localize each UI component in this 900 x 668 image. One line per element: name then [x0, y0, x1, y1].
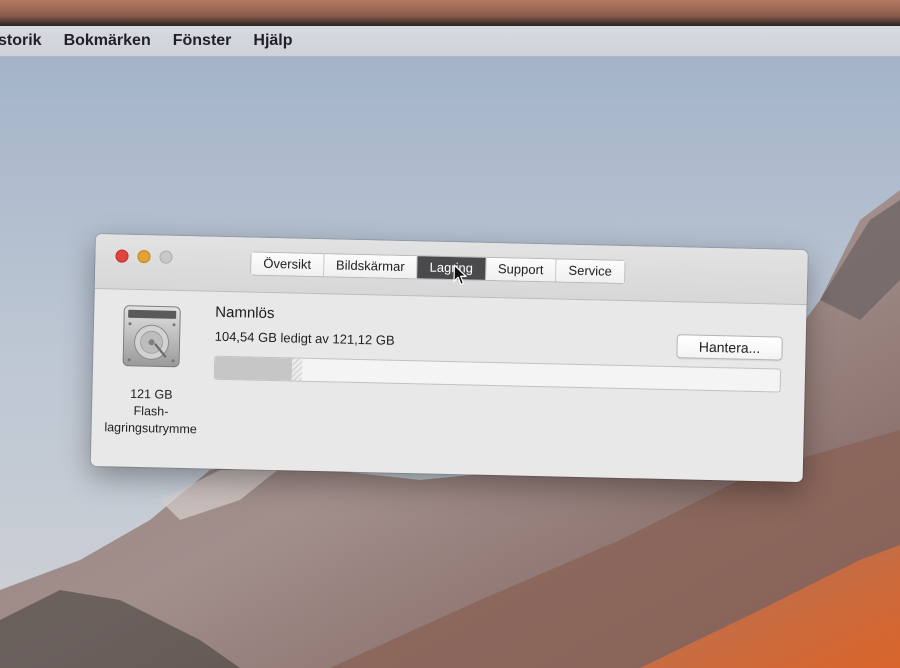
tab-service[interactable]: Service: [556, 259, 625, 283]
menu-bar: storik Bokmärken Fönster Hjälp: [0, 26, 900, 57]
volume-free-space: 104,54 GB ledigt av 121,12 GB: [214, 328, 395, 348]
tab-support[interactable]: Support: [485, 257, 557, 282]
tab-overview[interactable]: Översikt: [251, 252, 325, 277]
menu-history[interactable]: storik: [0, 32, 42, 50]
screen-bezel: [0, 0, 900, 26]
desktop: storik Bokmärken Fönster Hjälp Översikt …: [0, 0, 900, 668]
minimize-button[interactable]: [137, 249, 151, 264]
menu-bookmarks[interactable]: Bokmärken: [64, 32, 151, 50]
disk-caption: 121 GB Flash- lagringsutrymme: [91, 385, 210, 439]
mouse-pointer-icon: [453, 264, 467, 285]
manage-button[interactable]: Hantera...: [676, 334, 783, 361]
close-button[interactable]: [115, 249, 129, 263]
zoom-button[interactable]: [159, 250, 173, 264]
storage-other-segment: [292, 358, 303, 381]
storage-pane: 121 GB Flash- lagringsutrymme Namnlös 10…: [91, 289, 807, 482]
storage-usage-bar: [213, 355, 782, 393]
tab-bar: Översikt Bildskärmar Lagring Support Ser…: [250, 251, 626, 285]
volume-name: Namnlös: [215, 303, 275, 323]
tab-displays[interactable]: Bildskärmar: [323, 254, 418, 279]
storage-used-segment: [214, 356, 293, 381]
menu-window[interactable]: Fönster: [173, 32, 232, 50]
menu-help[interactable]: Hjälp: [253, 32, 292, 50]
about-this-mac-window: Översikt Bildskärmar Lagring Support Ser…: [90, 234, 808, 483]
disk-type-line2: lagringsutrymme: [104, 420, 197, 437]
hard-drive-icon: [122, 305, 181, 368]
